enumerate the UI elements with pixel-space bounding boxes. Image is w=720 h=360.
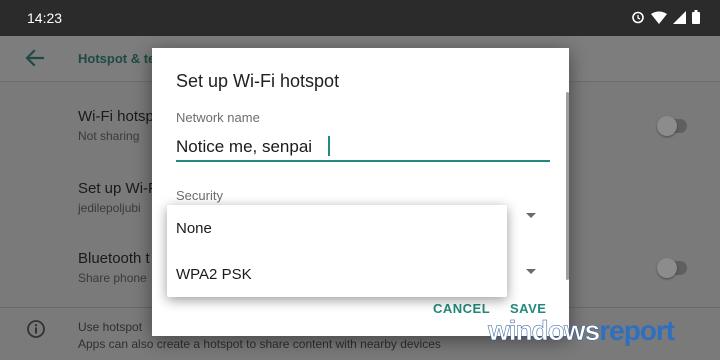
status-bar: 14:23 (0, 0, 720, 36)
toggle-knob (657, 258, 677, 278)
setting-title: Set up Wi-F (78, 180, 158, 197)
app-bar-title: Hotspot & te (78, 51, 156, 66)
dialog-title: Set up Wi-Fi hotspot (176, 71, 340, 91)
footer-line-1: Use hotspot (78, 320, 143, 334)
dialog-scrollbar[interactable] (566, 92, 569, 280)
status-icons (631, 10, 700, 24)
signal-icon (673, 10, 686, 24)
wifi-hotspot-toggle[interactable] (657, 116, 687, 136)
save-button[interactable]: SAVE (510, 301, 546, 316)
setting-subtitle: jedilepoljubi (78, 201, 141, 215)
setting-title: Bluetooth t (78, 250, 150, 267)
chevron-down-icon[interactable] (526, 213, 536, 218)
menu-item-none[interactable]: None (176, 220, 212, 237)
setting-subtitle: Share phone (78, 271, 147, 285)
windowsreport-watermark: windowsreport (488, 315, 718, 355)
security-label: Security (176, 188, 223, 203)
wifi-icon (651, 11, 667, 24)
watermark-logo: windowsreport (488, 315, 675, 347)
network-name-input[interactable] (176, 134, 550, 162)
setting-title: Wi-Fi hotsp (78, 108, 154, 125)
setting-subtitle: Not sharing (78, 129, 140, 143)
bluetooth-tethering-toggle[interactable] (657, 258, 687, 278)
back-arrow-icon[interactable] (24, 47, 46, 74)
chevron-down-icon[interactable] (526, 269, 536, 274)
battery-icon (692, 10, 700, 24)
alarm-icon (631, 10, 645, 24)
cancel-button[interactable]: CANCEL (433, 301, 490, 316)
menu-item-wpa2-psk[interactable]: WPA2 PSK (176, 266, 252, 283)
info-icon (26, 319, 46, 344)
security-options-menu: None WPA2 PSK (167, 205, 507, 297)
text-caret (328, 136, 330, 156)
toggle-knob (657, 116, 677, 136)
status-time: 14:23 (27, 10, 63, 26)
footer-line-2: Apps can also create a hotspot to share … (78, 337, 441, 351)
network-name-label: Network name (176, 110, 260, 125)
android-screen: 14:23 Hotspot & te Wi-Fi hotsp Not shari… (0, 0, 720, 360)
